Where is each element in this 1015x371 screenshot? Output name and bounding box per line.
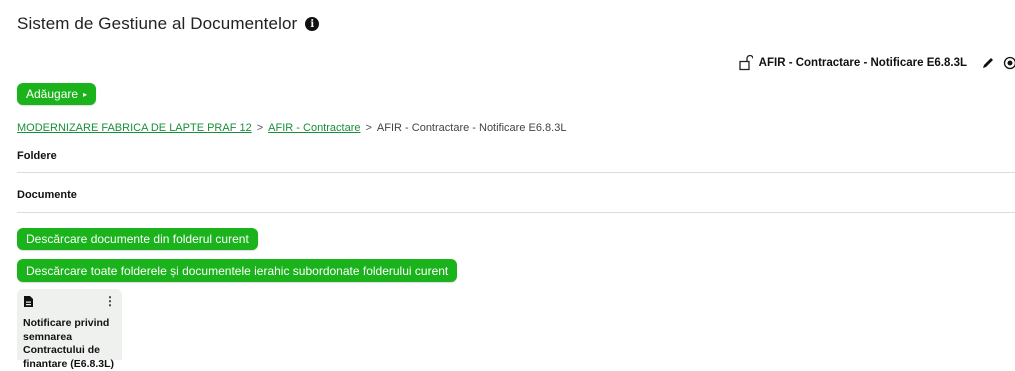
breadcrumb-separator: > [365,122,371,134]
pencil-icon[interactable] [981,56,995,70]
breadcrumb: MODERNIZARE FABRICA DE LAPTE PRAF 12 > A… [17,122,566,134]
divider [17,212,1015,213]
page-header: Sistem de Gestiune al Documentelor i [17,14,319,34]
breadcrumb-link-contractare[interactable]: AFIR - Contractare [268,122,360,134]
current-folder-header: AFIR - Contractare - Notificare E6.8.3L [739,55,1015,71]
document-card[interactable]: ⋮ Notificare privind semnarea Contractul… [17,289,122,360]
breadcrumb-current: AFIR - Contractare - Notificare E6.8.3L [377,122,567,134]
add-button-label: Adăugare [26,87,78,101]
folders-section-label: Foldere [17,150,57,162]
breadcrumb-link-project[interactable]: MODERNIZARE FABRICA DE LAPTE PRAF 12 [17,122,252,134]
more-options-icon[interactable]: ⋮ [104,295,116,307]
documents-section-label: Documente [17,189,77,201]
document-icon [23,295,34,308]
info-icon[interactable]: i [305,17,319,31]
document-title: Notificare privind semnarea Contractului… [23,317,116,371]
download-all-hierarchy-button[interactable]: Descărcare toate folderele și documentel… [17,259,457,282]
caret-right-icon: ▸ [83,90,87,99]
page-title: Sistem de Gestiune al Documentelor [17,14,297,34]
download-current-folder-button[interactable]: Descărcare documente din folderul curent [17,228,258,250]
lock-open-icon [739,55,753,71]
breadcrumb-separator: > [257,122,263,134]
eye-icon[interactable] [1001,56,1015,70]
divider [17,172,1015,173]
current-folder-name: AFIR - Contractare - Notificare E6.8.3L [759,57,967,69]
add-button[interactable]: Adăugare ▸ [17,83,96,105]
